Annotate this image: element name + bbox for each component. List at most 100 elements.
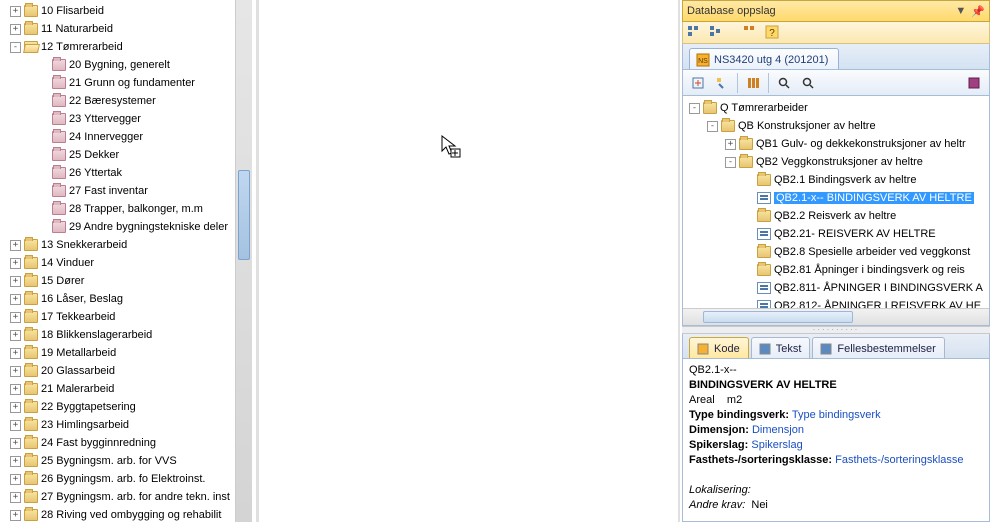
collapse-icon[interactable]: - xyxy=(707,121,718,132)
tree-item[interactable]: 25 Dekker xyxy=(0,146,252,164)
db-titlebar[interactable]: Database oppslag ▼ 📌 xyxy=(682,0,990,22)
detail-value-link[interactable]: Spikerslag xyxy=(751,439,802,451)
help-icon[interactable]: ? xyxy=(765,25,781,41)
tree-item[interactable]: 28 Trapper, balkonger, m.m xyxy=(0,200,252,218)
tree-spacer xyxy=(38,168,49,179)
tree-label: 21 Grunn og fundamenter xyxy=(69,77,195,89)
collapse-icon[interactable]: - xyxy=(10,42,21,53)
tree-item[interactable]: +17 Tekkearbeid xyxy=(0,308,252,326)
db-tree-item[interactable]: QB2.8 Spesielle arbeider ved veggkonst xyxy=(683,243,989,261)
tree-item[interactable]: 20 Bygning, generelt xyxy=(0,56,252,74)
expand-icon[interactable]: + xyxy=(10,510,21,521)
tree-item[interactable]: +22 Byggtapetsering xyxy=(0,398,252,416)
expand-icon[interactable]: + xyxy=(10,384,21,395)
tree-item[interactable]: +27 Bygningsm. arb. for andre tekn. inst xyxy=(0,488,252,506)
db-mini-toolbar xyxy=(682,70,990,96)
db-tree-item[interactable]: +QB1 Gulv- og dekkekonstruksjoner av hel… xyxy=(683,135,989,153)
db-tree-item[interactable]: QB2.81 Åpninger i bindingsverk og reis xyxy=(683,261,989,279)
tree-item[interactable]: +18 Blikkenslagerarbeid xyxy=(0,326,252,344)
detail-tab-tekst[interactable]: Tekst xyxy=(751,337,811,358)
expand-icon[interactable]: + xyxy=(10,492,21,503)
tree-item[interactable]: 21 Grunn og fundamenter xyxy=(0,74,252,92)
detail-value-link[interactable]: Fasthets-/sorteringsklasse xyxy=(835,454,963,466)
middle-drop-area[interactable] xyxy=(256,0,680,522)
view-mode-icon-2[interactable] xyxy=(709,25,725,41)
expand-icon[interactable]: + xyxy=(725,139,736,150)
expand-icon[interactable]: + xyxy=(10,438,21,449)
expand-icon[interactable]: + xyxy=(10,402,21,413)
tree-item[interactable]: +23 Himlingsarbeid xyxy=(0,416,252,434)
tree-item[interactable]: 29 Andre bygningstekniske deler xyxy=(0,218,252,236)
tree-label: 19 Metallarbeid xyxy=(41,347,116,359)
tree-item[interactable]: +24 Fast bygginnredning xyxy=(0,434,252,452)
tree-item[interactable]: +21 Malerarbeid xyxy=(0,380,252,398)
db-tree-item[interactable]: QB2.1-x-- BINDINGSVERK AV HELTRE xyxy=(683,189,989,207)
expand-icon[interactable]: + xyxy=(10,348,21,359)
expand-icon[interactable]: + xyxy=(10,312,21,323)
tree-item[interactable]: 26 Yttertak xyxy=(0,164,252,182)
detail-tab-kode[interactable]: Kode xyxy=(689,337,749,358)
tree-item[interactable]: 23 Yttervegger xyxy=(0,110,252,128)
detail-tab-fellesbestemmelser[interactable]: Fellesbestemmelser xyxy=(812,337,944,358)
expand-icon[interactable]: + xyxy=(10,258,21,269)
dropdown-arrow-icon[interactable]: ▼ xyxy=(955,5,966,17)
detail-value-link[interactable]: Type bindingsverk xyxy=(792,409,881,421)
detail-title: BINDINGSVERK AV HELTRE xyxy=(689,379,837,391)
tree-item[interactable]: +16 Låser, Beslag xyxy=(0,290,252,308)
left-scrollbar[interactable] xyxy=(235,0,252,522)
expand-icon[interactable]: + xyxy=(10,24,21,35)
search-icon-2[interactable] xyxy=(797,72,819,94)
tool-btn-right[interactable] xyxy=(963,72,985,94)
view-mode-icon-3[interactable] xyxy=(743,25,759,41)
tree-item[interactable]: +25 Bygningsm. arb. for VVS xyxy=(0,452,252,470)
expand-icon[interactable]: + xyxy=(10,420,21,431)
tree-item[interactable]: -12 Tømrerarbeid xyxy=(0,38,252,56)
detail-value-link[interactable]: Dimensjon xyxy=(752,424,804,436)
db-tree-item[interactable]: QB2.21- REISVERK AV HELTRE xyxy=(683,225,989,243)
db-tree-item[interactable]: -QB Konstruksjoner av heltre xyxy=(683,117,989,135)
collapse-icon[interactable]: - xyxy=(689,103,700,114)
tree-item[interactable]: +13 Snekkerarbeid xyxy=(0,236,252,254)
collapse-icon[interactable]: - xyxy=(725,157,736,168)
tree-item[interactable]: +11 Naturarbeid xyxy=(0,20,252,38)
expand-icon[interactable]: + xyxy=(10,366,21,377)
search-icon[interactable] xyxy=(773,72,795,94)
tool-btn-1[interactable] xyxy=(687,72,709,94)
tree-label: 22 Bæresystemer xyxy=(69,95,156,107)
tree-item[interactable]: +15 Dører xyxy=(0,272,252,290)
db-tree-item[interactable]: QB2.2 Reisverk av heltre xyxy=(683,207,989,225)
expand-icon[interactable]: + xyxy=(10,456,21,467)
expand-icon[interactable]: + xyxy=(10,240,21,251)
expand-icon[interactable]: + xyxy=(10,294,21,305)
tree-item[interactable]: +26 Bygningsm. arb. fo Elektroinst. xyxy=(0,470,252,488)
drag-cursor-icon xyxy=(441,135,461,157)
tree-label: 11 Naturarbeid xyxy=(41,23,113,35)
tree-item[interactable]: 27 Fast inventar xyxy=(0,182,252,200)
db-tree-hscrollbar[interactable] xyxy=(683,308,989,325)
tree-item[interactable]: +28 Riving ved ombygging og rehabilit xyxy=(0,506,252,522)
expand-icon[interactable]: + xyxy=(10,330,21,341)
db-tree-item[interactable]: QB2.1 Bindingsverk av heltre xyxy=(683,171,989,189)
db-tree-item[interactable]: QB2.811- ÅPNINGER I BINDINGSVERK A xyxy=(683,279,989,297)
expand-icon[interactable]: + xyxy=(10,474,21,485)
tree-item[interactable]: 22 Bæresystemer xyxy=(0,92,252,110)
tree-item[interactable]: +19 Metallarbeid xyxy=(0,344,252,362)
folder-icon xyxy=(52,167,66,179)
tree-label: 23 Yttervegger xyxy=(69,113,141,125)
db-tree-item[interactable]: -Q Tømrerarbeider xyxy=(683,99,989,117)
view-mode-icon-1[interactable] xyxy=(687,25,703,41)
tab-ns3420[interactable]: NS NS3420 utg 4 (201201) xyxy=(689,48,839,69)
expand-icon[interactable]: + xyxy=(10,6,21,17)
splitter-gripper[interactable]: ·········· xyxy=(682,326,990,334)
db-tree-item[interactable]: -QB2 Veggkonstruksjoner av heltre xyxy=(683,153,989,171)
tool-btn-3[interactable] xyxy=(742,72,764,94)
folder-icon xyxy=(52,59,66,71)
tree-item[interactable]: +20 Glassarbeid xyxy=(0,362,252,380)
pin-icon[interactable]: 📌 xyxy=(971,5,985,18)
tool-btn-2[interactable] xyxy=(711,72,733,94)
detail-body: QB2.1-x-- BINDINGSVERK AV HELTRE Areal m… xyxy=(682,359,990,522)
tree-item[interactable]: 24 Innervegger xyxy=(0,128,252,146)
tree-item[interactable]: +10 Flisarbeid xyxy=(0,2,252,20)
tree-item[interactable]: +14 Vinduer xyxy=(0,254,252,272)
expand-icon[interactable]: + xyxy=(10,276,21,287)
